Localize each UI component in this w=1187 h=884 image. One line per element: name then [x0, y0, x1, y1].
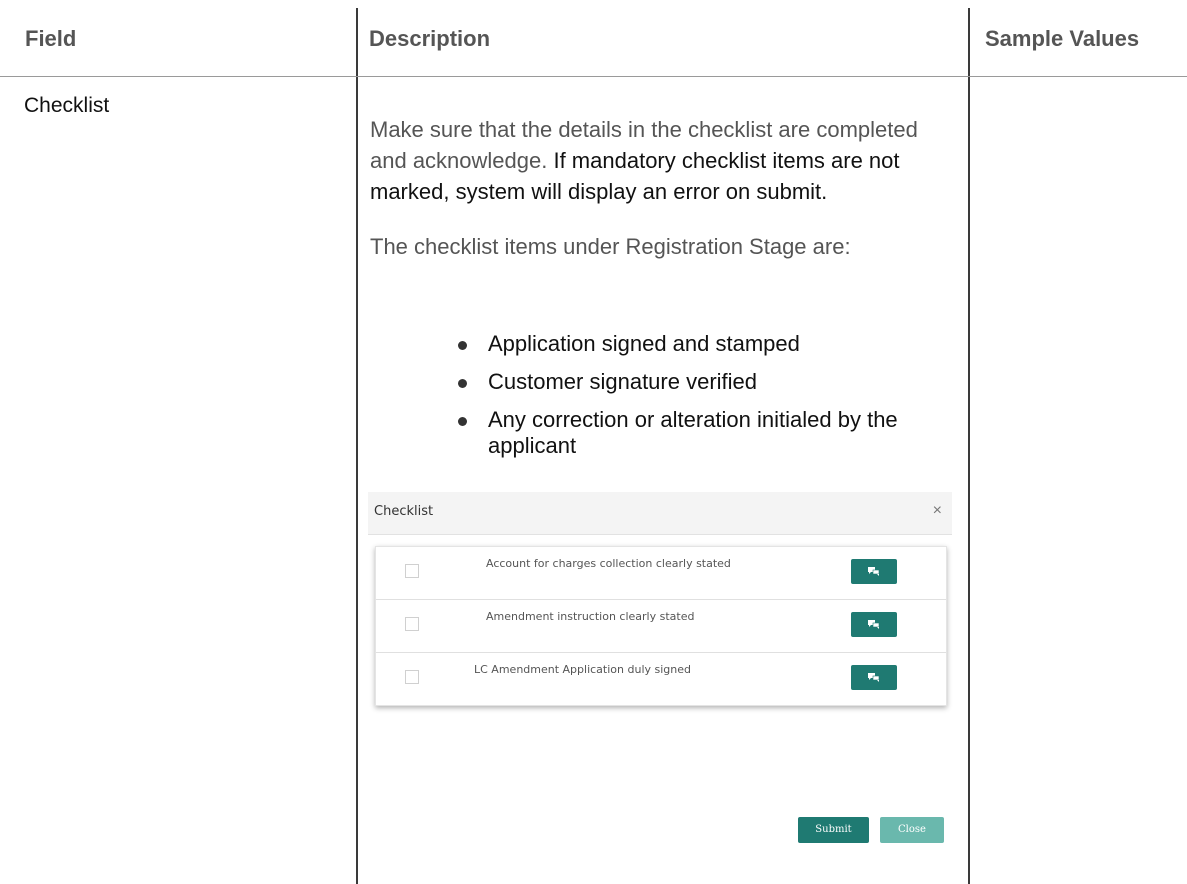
column-divider-1	[356, 8, 358, 884]
comment-button[interactable]	[851, 612, 897, 637]
close-button[interactable]: Close	[880, 817, 944, 843]
checklist-row: LC Amendment Application duly signed	[376, 653, 946, 705]
checklist-item-label: Account for charges collection clearly s…	[486, 557, 731, 570]
checklist-item-label: LC Amendment Application duly signed	[474, 663, 691, 676]
checklist-checkbox[interactable]	[405, 670, 419, 684]
bullet-item: Any correction or alteration initialed b…	[455, 407, 935, 459]
comment-icon	[868, 673, 880, 682]
description-paragraph-2: The checklist items under Registration S…	[370, 234, 851, 259]
modal-title: Checklist	[374, 504, 434, 519]
checklist-modal: Checklist × Account for charges collecti…	[368, 492, 952, 852]
comment-icon	[868, 567, 880, 576]
column-divider-2	[968, 8, 970, 884]
header-divider	[0, 76, 1187, 77]
header-sample-values: Sample Values	[985, 26, 1140, 51]
modal-header: Checklist ×	[368, 492, 952, 535]
checklist-row: Account for charges collection clearly s…	[376, 547, 946, 600]
header-description: Description	[369, 26, 491, 51]
close-icon[interactable]: ×	[933, 502, 942, 520]
header-field: Field	[25, 26, 77, 51]
submit-button[interactable]: Submit	[798, 817, 869, 843]
checklist-card: Account for charges collection clearly s…	[375, 546, 947, 706]
checklist-checkbox[interactable]	[405, 564, 419, 578]
bullet-item: Application signed and stamped	[455, 331, 935, 357]
comment-icon	[868, 620, 880, 629]
comment-button[interactable]	[851, 665, 897, 690]
comment-button[interactable]	[851, 559, 897, 584]
checklist-row: Amendment instruction clearly stated	[376, 600, 946, 653]
checklist-checkbox[interactable]	[405, 617, 419, 631]
checklist-item-label: Amendment instruction clearly stated	[486, 610, 695, 623]
description-paragraph-1: Make sure that the details in the checkl…	[370, 114, 930, 207]
field-name: Checklist	[24, 94, 110, 117]
bullet-item: Customer signature verified	[455, 369, 935, 395]
checklist-bullets: Application signed and stamped Customer …	[455, 331, 935, 471]
